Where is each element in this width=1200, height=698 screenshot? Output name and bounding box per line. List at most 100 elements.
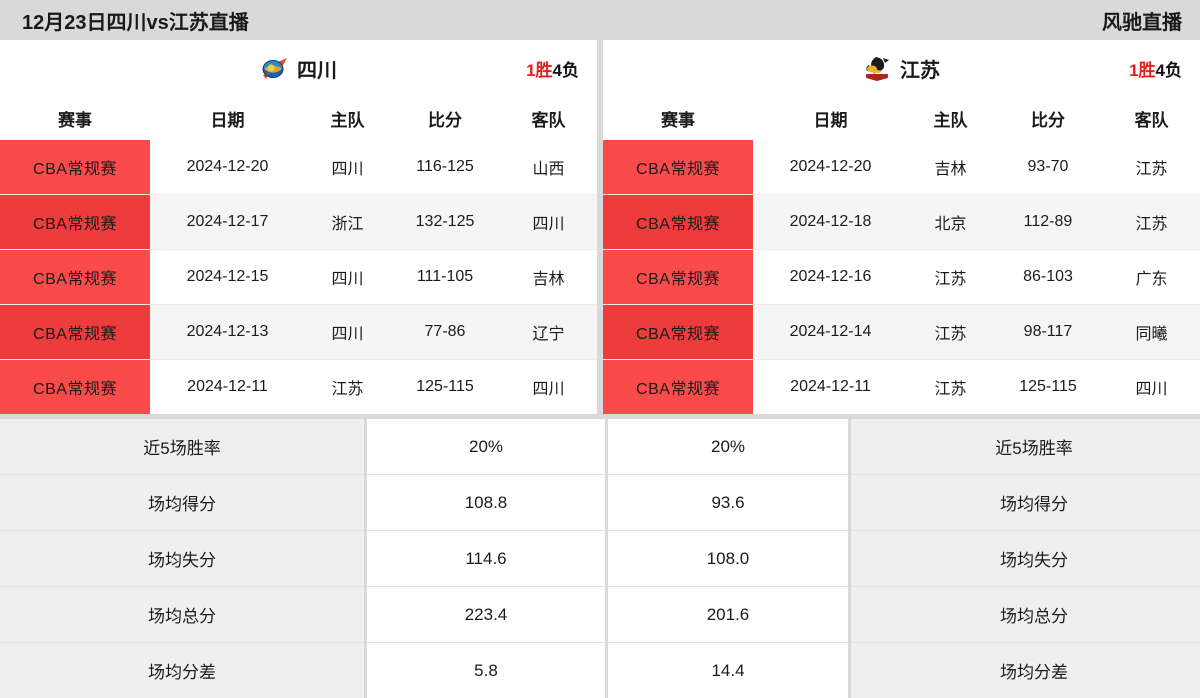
- home-team: 江苏: [305, 360, 390, 415]
- table-row[interactable]: CBA常规赛 2024-12-11 江苏 125-115 四川: [0, 360, 597, 415]
- stat-label-left: 场均失分: [0, 531, 366, 587]
- league-badge: CBA常规赛: [0, 140, 150, 195]
- column-header-league-right: 赛事: [603, 96, 753, 140]
- table-row[interactable]: CBA常规赛 2024-12-15 四川 111-105 吉林: [0, 250, 597, 305]
- recent-matches-section: 赛事 日期 主队 比分 客队 CBA常规赛 2024-12-20 四川 116-…: [0, 96, 1200, 414]
- away-team: 四川: [500, 360, 597, 415]
- match-date: 2024-12-20: [753, 140, 908, 195]
- team-name-left: 四川: [297, 54, 337, 83]
- table-row[interactable]: CBA常规赛 2024-12-11 江苏 125-115 四川: [603, 360, 1200, 415]
- column-header-away-right: 客队: [1103, 96, 1200, 140]
- match-date: 2024-12-11: [753, 360, 908, 415]
- column-header-date-left: 日期: [150, 96, 305, 140]
- column-header-home-left: 主队: [305, 96, 390, 140]
- recent-matches-table-left: 赛事 日期 主队 比分 客队 CBA常规赛 2024-12-20 四川 116-…: [0, 96, 597, 414]
- stat-label-right: 场均分差: [850, 643, 1200, 698]
- live-match-comparison-page: 12月23日四川vs江苏直播 风驰直播 四川: [0, 0, 1200, 675]
- home-team: 浙江: [305, 195, 390, 250]
- league-badge: CBA常规赛: [603, 250, 753, 305]
- stat-value-left: 20%: [366, 419, 607, 475]
- home-team: 四川: [305, 140, 390, 195]
- match-score: 86-103: [993, 250, 1103, 305]
- match-score: 112-89: [993, 195, 1103, 250]
- team-record-loss-left: 4负: [553, 61, 579, 80]
- stat-value-right: 20%: [607, 419, 850, 475]
- match-date: 2024-12-16: [753, 250, 908, 305]
- stat-value-right: 93.6: [607, 475, 850, 531]
- match-date: 2024-12-15: [150, 250, 305, 305]
- stat-label-right: 场均失分: [850, 531, 1200, 587]
- table-row[interactable]: CBA常规赛 2024-12-14 江苏 98-117 同曦: [603, 305, 1200, 360]
- home-team: 江苏: [908, 360, 993, 415]
- stat-value-left: 5.8: [366, 643, 607, 698]
- column-header-away-left: 客队: [500, 96, 597, 140]
- stat-value-left: 108.8: [366, 475, 607, 531]
- table-row[interactable]: CBA常规赛 2024-12-20 四川 116-125 山西: [0, 140, 597, 195]
- team-record-win-right: 1胜: [1129, 61, 1155, 80]
- table-row[interactable]: CBA常规赛 2024-12-17 浙江 132-125 四川: [0, 195, 597, 250]
- stat-label-right: 近5场胜率: [850, 419, 1200, 475]
- stat-value-right: 108.0: [607, 531, 850, 587]
- league-badge: CBA常规赛: [603, 305, 753, 360]
- stat-value-right: 201.6: [607, 587, 850, 643]
- stat-row: 场均分差 5.8 14.4 场均分差: [0, 643, 1200, 698]
- team-card-left[interactable]: 四川 1胜4负: [0, 40, 597, 96]
- table-row[interactable]: CBA常规赛 2024-12-18 北京 112-89 江苏: [603, 195, 1200, 250]
- home-team: 四川: [305, 305, 390, 360]
- column-header-score-left: 比分: [390, 96, 500, 140]
- column-header-home-right: 主队: [908, 96, 993, 140]
- table-header-row-right: 赛事 日期 主队 比分 客队: [603, 96, 1200, 140]
- column-header-league-left: 赛事: [0, 96, 150, 140]
- match-score: 125-115: [390, 360, 500, 415]
- stat-label-left: 场均总分: [0, 587, 366, 643]
- table-row[interactable]: CBA常规赛 2024-12-16 江苏 86-103 广东: [603, 250, 1200, 305]
- stat-label-left: 近5场胜率: [0, 419, 366, 475]
- home-team: 江苏: [908, 250, 993, 305]
- table-header-row-left: 赛事 日期 主队 比分 客队: [0, 96, 597, 140]
- stat-row: 近5场胜率 20% 20% 近5场胜率: [0, 419, 1200, 475]
- away-team: 广东: [1103, 250, 1200, 305]
- stat-row: 场均失分 114.6 108.0 场均失分: [0, 531, 1200, 587]
- table-row[interactable]: CBA常规赛 2024-12-13 四川 77-86 辽宁: [0, 305, 597, 360]
- away-team: 江苏: [1103, 140, 1200, 195]
- stat-row: 场均总分 223.4 201.6 场均总分: [0, 587, 1200, 643]
- sichuan-team-logo-icon: [260, 56, 288, 81]
- away-team: 四川: [500, 195, 597, 250]
- match-date: 2024-12-20: [150, 140, 305, 195]
- league-badge: CBA常规赛: [0, 360, 150, 415]
- match-date: 2024-12-14: [753, 305, 908, 360]
- team-record-right: 1胜4负: [1129, 56, 1182, 81]
- jiangsu-team-logo-icon: [863, 56, 891, 81]
- table-row[interactable]: CBA常规赛 2024-12-20 吉林 93-70 江苏: [603, 140, 1200, 195]
- stat-value-left: 114.6: [366, 531, 607, 587]
- match-date: 2024-12-13: [150, 305, 305, 360]
- team-card-right[interactable]: 江苏 1胜4负: [603, 40, 1200, 96]
- league-badge: CBA常规赛: [603, 360, 753, 415]
- stat-label-right: 场均总分: [850, 587, 1200, 643]
- team-header-strip: 四川 1胜4负 江苏: [0, 40, 1200, 96]
- stat-value-right: 14.4: [607, 643, 850, 698]
- team-record-win-left: 1胜: [526, 61, 552, 80]
- match-score: 93-70: [993, 140, 1103, 195]
- home-team: 江苏: [908, 305, 993, 360]
- team-identity-right: 江苏: [603, 54, 1200, 83]
- away-team: 四川: [1103, 360, 1200, 415]
- page-title: 12月23日四川vs江苏直播: [22, 6, 249, 35]
- home-team: 四川: [305, 250, 390, 305]
- match-score: 77-86: [390, 305, 500, 360]
- stat-label-left: 场均得分: [0, 475, 366, 531]
- column-header-date-right: 日期: [753, 96, 908, 140]
- stat-value-left: 223.4: [366, 587, 607, 643]
- home-team: 北京: [908, 195, 993, 250]
- stat-label-right: 场均得分: [850, 475, 1200, 531]
- match-date: 2024-12-17: [150, 195, 305, 250]
- match-score: 132-125: [390, 195, 500, 250]
- team-stats-comparison: 近5场胜率 20% 20% 近5场胜率 场均得分 108.8 93.6 场均得分…: [0, 414, 1200, 698]
- league-badge: CBA常规赛: [603, 140, 753, 195]
- away-team: 辽宁: [500, 305, 597, 360]
- away-team: 吉林: [500, 250, 597, 305]
- team-name-right: 江苏: [900, 54, 940, 83]
- column-header-score-right: 比分: [993, 96, 1103, 140]
- league-badge: CBA常规赛: [603, 195, 753, 250]
- stat-row: 场均得分 108.8 93.6 场均得分: [0, 475, 1200, 531]
